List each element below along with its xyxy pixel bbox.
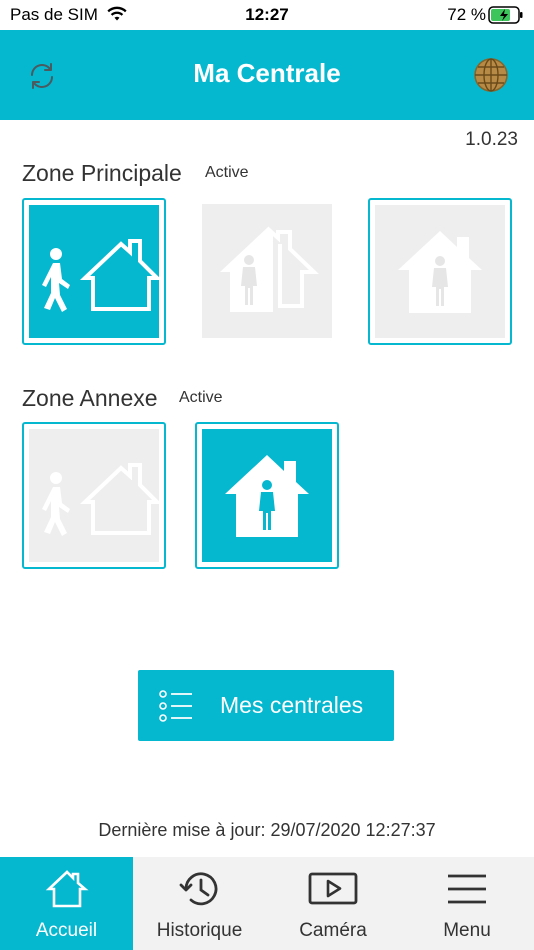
history-icon — [178, 867, 222, 916]
zone-title: Zone Annexe — [22, 385, 158, 411]
mes-centrales-label: Mes centrales — [220, 692, 364, 718]
tab-accueil[interactable]: Accueil — [0, 857, 133, 950]
app-version: 1.0.23 — [465, 129, 518, 150]
mode-tile-away[interactable] — [22, 422, 166, 569]
zone-status: Active — [179, 389, 223, 406]
camera-play-icon — [307, 867, 359, 916]
partial-house-icon — [220, 226, 319, 312]
mode-tile-home[interactable] — [368, 198, 512, 345]
tab-bar: Accueil Historique Caméra Menu — [0, 857, 534, 950]
walking-away-icon — [42, 463, 159, 536]
last-update-text: Dernière mise à jour: 29/07/2020 12:27:3… — [98, 820, 436, 840]
tab-historique[interactable]: Historique — [133, 857, 266, 950]
globe-icon[interactable] — [472, 56, 510, 94]
mode-tile-home[interactable] — [195, 422, 339, 569]
person-in-house-icon — [398, 231, 482, 313]
zone-status: Active — [205, 164, 249, 181]
battery-percentage: 72 % — [447, 5, 486, 24]
hamburger-menu-icon — [445, 867, 489, 916]
tab-camera[interactable]: Caméra — [266, 857, 400, 950]
battery-icon — [488, 6, 524, 29]
tab-label: Accueil — [35, 920, 98, 941]
tab-menu[interactable]: Menu — [400, 857, 534, 950]
app-header: Ma Centrale — [0, 30, 534, 120]
mes-centrales-button[interactable]: Mes centrales — [138, 670, 394, 741]
person-in-house-icon — [225, 455, 309, 537]
home-icon — [45, 867, 89, 916]
list-icon — [158, 688, 194, 729]
tab-label: Menu — [443, 920, 491, 941]
walking-away-icon — [42, 239, 159, 312]
page-title: Ma Centrale — [193, 58, 341, 88]
tab-label: Historique — [156, 920, 243, 941]
status-bar: Pas de SIM 12:27 72 % — [0, 0, 534, 30]
mode-tile-partial — [202, 204, 332, 338]
mode-tile-away[interactable] — [22, 198, 166, 345]
tab-label: Caméra — [299, 920, 367, 941]
zone-title: Zone Principale — [22, 160, 182, 186]
